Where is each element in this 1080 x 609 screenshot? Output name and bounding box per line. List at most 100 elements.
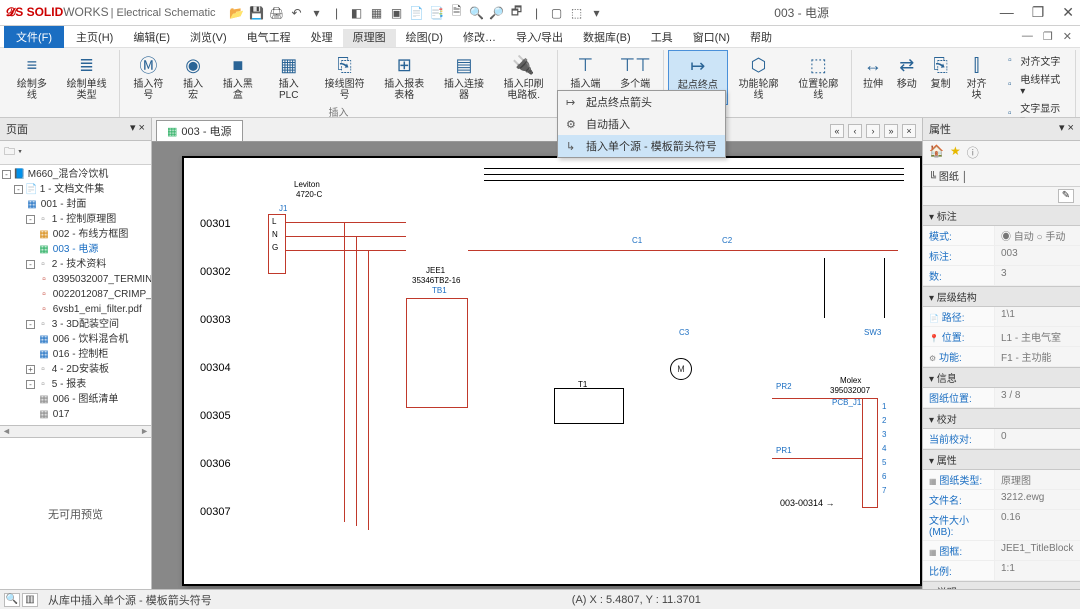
qat-redo-icon[interactable]: ▾ [310, 6, 324, 20]
qat-save-icon[interactable]: 💾 [250, 6, 264, 20]
menu-item[interactable]: 电气工程 [237, 29, 301, 47]
drawing-canvas[interactable]: 00301003020030300304003050030600307 Levi… [152, 142, 922, 589]
menu-item[interactable]: 工具 [641, 29, 683, 47]
ribbon-button[interactable]: ⊞插入报表表格 [375, 50, 433, 103]
property-row[interactable]: 图纸位置:3 / 8 [923, 388, 1080, 408]
menu-item[interactable]: 修改… [453, 29, 506, 47]
ribbon-button[interactable]: ⇄移动 [890, 50, 924, 103]
tree-node[interactable]: -▫ 5 - 报表 [2, 377, 149, 392]
qat-icon[interactable]: 📑 [430, 6, 444, 20]
qat-open-icon[interactable]: 📂 [230, 6, 244, 20]
ribbon-button[interactable]: ▦插入 PLC [264, 50, 314, 103]
tree-node[interactable]: ▫ 6vsb1_emi_filter.pdf [2, 302, 149, 317]
ribbon-small-button[interactable]: ▫对齐文字 [999, 52, 1069, 69]
property-row[interactable]: 模式:◉ 自动 ○ 手动 [923, 226, 1080, 246]
tree-node[interactable]: ▫ 0022012087_CRIMP_H [2, 287, 149, 302]
mdi-restore-icon[interactable]: ❐ [1043, 30, 1053, 43]
ribbon-button[interactable]: ⎘接线图符号 [316, 50, 374, 103]
properties-tab[interactable]: ╚ 图纸 │ [923, 165, 1080, 187]
tab-close-icon[interactable]: × [902, 124, 916, 138]
qat-icon[interactable]: ◧ [350, 6, 364, 20]
menu-item[interactable]: 处理 [301, 29, 343, 47]
home-icon[interactable]: 🏠 [929, 144, 944, 161]
menu-item[interactable]: 编辑(E) [123, 29, 180, 47]
property-section-header[interactable]: ▾ 说明 [923, 581, 1080, 589]
mdi-minimize-icon[interactable]: — [1022, 30, 1033, 43]
tab-003[interactable]: ▦ 003 - 电源 [156, 120, 243, 141]
panel-menu-icon[interactable]: ▾ × [130, 121, 145, 137]
page-panel-toolbar[interactable]: 🗀 ▾ [0, 141, 151, 165]
scroll-right-icon[interactable]: ► [140, 426, 149, 437]
property-row[interactable]: 当前校对:0 [923, 429, 1080, 449]
property-row[interactable]: ▦ 图纸类型:原理图 [923, 470, 1080, 490]
tree-node[interactable]: ▦ 003 - 电源 [2, 242, 149, 257]
tab-next-icon[interactable]: › [866, 124, 880, 138]
qat-icon[interactable]: 🔍 [470, 6, 484, 20]
dropdown-item[interactable]: ↳插入单个源 - 模板箭头符号 [558, 135, 725, 157]
scroll-left-icon[interactable]: ◄ [2, 426, 11, 437]
qat-icon[interactable]: 🗎 [450, 6, 464, 20]
menu-item[interactable]: 绘图(D) [396, 29, 453, 47]
file-menu[interactable]: 文件(F) [4, 26, 64, 48]
property-section-header[interactable]: ▾ 信息 [923, 367, 1080, 388]
edit-icon[interactable]: ✎ [1058, 189, 1074, 203]
ribbon-button[interactable]: ≣绘制单线类型 [58, 50, 116, 103]
ribbon-button[interactable]: ↔拉伸 [856, 50, 890, 103]
tree-node[interactable]: ▦ 002 - 布线方框图 [2, 227, 149, 242]
property-row[interactable]: ▦ 图框:JEE1_TitleBlock [923, 541, 1080, 561]
menu-item[interactable]: 主页(H) [66, 29, 123, 47]
ribbon-button[interactable]: ▤插入连接器 [435, 50, 493, 103]
property-row[interactable]: 文件大小 (MB):0.16 [923, 510, 1080, 541]
tree-node[interactable]: -▫ 2 - 技术资料 [2, 257, 149, 272]
property-row[interactable]: ⚙ 功能:F1 - 主功能 [923, 347, 1080, 367]
ribbon-button[interactable]: ⬚位置轮廓线 [789, 50, 847, 103]
tree-node[interactable]: -📄 1 - 文档文件集 [2, 182, 149, 197]
property-section-header[interactable]: ▾ 层级结构 [923, 286, 1080, 307]
menu-item[interactable]: 窗口(N) [683, 29, 740, 47]
tree-node[interactable]: ▦ 006 - 饮料混合机 [2, 332, 149, 347]
tree-node[interactable]: ▦ 006 - 图纸清单 [2, 392, 149, 407]
property-row[interactable]: 文件名:3212.ewg [923, 490, 1080, 510]
tree-node[interactable]: +▫ 4 - 2D安装板 [2, 362, 149, 377]
menu-item[interactable]: 数据库(B) [573, 29, 641, 47]
property-row[interactable]: 数:3 [923, 266, 1080, 286]
maximize-icon[interactable]: ❐ [1032, 4, 1045, 21]
tree-node[interactable]: -📘 M660_混合冷饮机 [2, 167, 149, 182]
tab-prev-icon[interactable]: ‹ [848, 124, 862, 138]
mdi-close-icon[interactable]: ✕ [1063, 30, 1072, 43]
qat-icon[interactable]: 🗗 [510, 6, 524, 20]
ribbon-button[interactable]: 🔌插入印刷电路板. [495, 50, 553, 103]
qat-icon[interactable]: ▦ [370, 6, 384, 20]
tree-node[interactable]: ▦ 001 - 封面 [2, 197, 149, 212]
menu-item[interactable]: 导入/导出 [506, 29, 573, 47]
ribbon-button[interactable]: Ⓜ插入符号 [124, 50, 172, 103]
menu-item[interactable]: 帮助 [740, 29, 782, 47]
ribbon-button[interactable]: ⬡功能轮廓线 [730, 50, 788, 103]
minimize-icon[interactable]: — [1000, 4, 1014, 21]
property-row[interactable]: 📄 路径:1\1 [923, 307, 1080, 327]
ribbon-button[interactable]: ■插入黑盒 [214, 50, 262, 103]
tree-node[interactable]: ▫ 0395032007_TERMINA [2, 272, 149, 287]
property-row[interactable]: 标注:003 [923, 246, 1080, 266]
ribbon-button[interactable]: ⎘复制 [924, 50, 958, 103]
qat-icon[interactable]: ▣ [390, 6, 404, 20]
ribbon-button[interactable]: ◉插入宏 [174, 50, 212, 103]
dropdown-item[interactable]: ↦起点终点箭头 [558, 91, 725, 113]
tab-first-icon[interactable]: « [830, 124, 844, 138]
tree-node[interactable]: -▫ 3 - 3D配装空间 [2, 317, 149, 332]
tree-node[interactable]: -▫ 1 - 控制原理图 [2, 212, 149, 227]
property-section-header[interactable]: ▾ 标注 [923, 205, 1080, 226]
close-icon[interactable]: ✕ [1062, 4, 1074, 21]
qat-icon[interactable]: 📄 [410, 6, 424, 20]
qat-icon[interactable]: ▾ [590, 6, 604, 20]
qat-undo-icon[interactable]: ↶ [290, 6, 304, 20]
qat-icon[interactable]: 🔎 [490, 6, 504, 20]
star-icon[interactable]: ★ [950, 144, 961, 161]
ribbon-button[interactable]: ≡绘制多线 [8, 50, 56, 103]
panel-menu-icon[interactable]: ▾ × [1059, 121, 1074, 137]
menu-item[interactable]: 原理图 [343, 29, 396, 47]
qat-print-icon[interactable]: 🖨 [270, 6, 284, 20]
tree-node[interactable]: ▦ 016 - 控制柜 [2, 347, 149, 362]
property-row[interactable]: 📍 位置:L1 - 主电气室 [923, 327, 1080, 347]
status-icon[interactable]: 🔍 [4, 593, 20, 607]
